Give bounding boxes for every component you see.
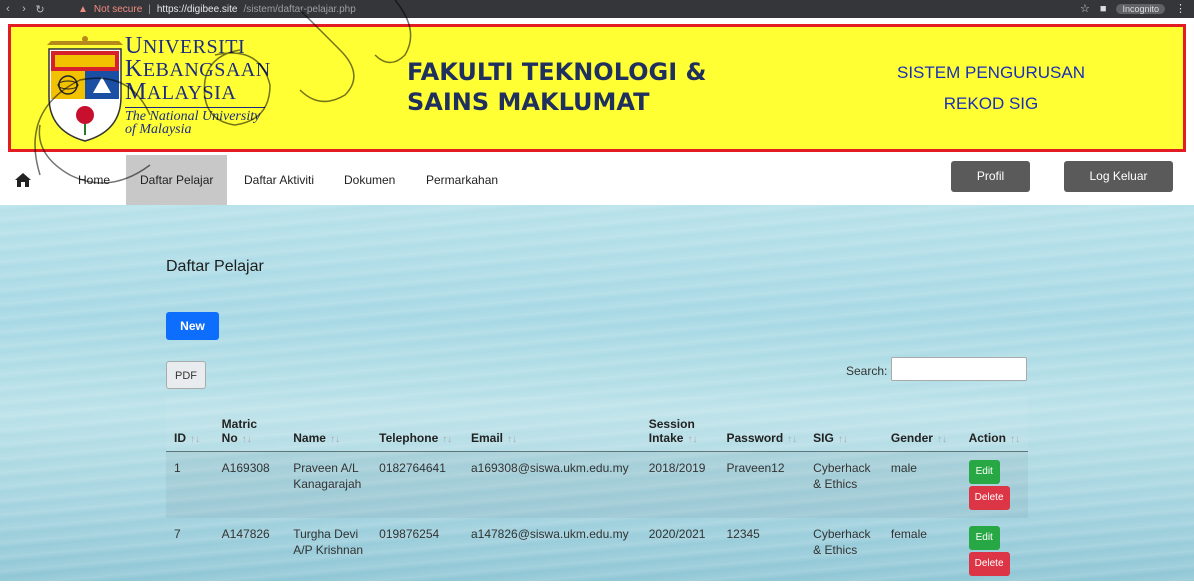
menu-icon[interactable]: ⋮ bbox=[1175, 2, 1186, 15]
cell-email: a147826@siswa.ukm.edu.my bbox=[470, 526, 629, 541]
cell-gender: female bbox=[890, 526, 927, 541]
cell-session: 2020/2021 bbox=[648, 526, 706, 541]
cell-session: 2018/2019 bbox=[648, 460, 706, 475]
cell-password: Praveen12 bbox=[726, 460, 785, 475]
cell-action: Edit Delete bbox=[961, 518, 1028, 584]
cell-matric: A169308 bbox=[221, 460, 270, 475]
star-icon[interactable]: ☆ bbox=[1080, 2, 1090, 15]
incognito-badge[interactable]: Incognito bbox=[1116, 3, 1165, 14]
cell-name: Praveen A/L Kanagarajah bbox=[293, 460, 362, 491]
cell-action: Edit Delete bbox=[961, 451, 1028, 518]
search-input[interactable] bbox=[891, 357, 1027, 381]
cell-telephone: 019876254 bbox=[379, 526, 440, 541]
column-header-matric[interactable]: Matric No ↑↓ bbox=[213, 397, 286, 452]
browser-toolbar: ‹ › ↻ ▲ Not secure | https://digibee.sit… bbox=[0, 0, 1194, 18]
page-title: Daftar Pelajar bbox=[166, 258, 264, 275]
cell-id: 1 bbox=[174, 460, 181, 475]
url-path: /sistem/daftar-pelajar.php bbox=[243, 3, 356, 15]
table-header-row: ID ↑↓ Matric No ↑↓ Name ↑↓ Telephone ↑↓ Email… bbox=[166, 397, 1028, 452]
cell-telephone: 0182764641 bbox=[379, 460, 446, 475]
home-icon[interactable] bbox=[14, 172, 32, 188]
logout-button[interactable]: Log Keluar bbox=[1064, 161, 1173, 192]
nav-item-home[interactable]: Home bbox=[64, 155, 124, 205]
column-header-name[interactable]: Name ↑↓ bbox=[285, 397, 372, 452]
cell-id: 7 bbox=[174, 526, 181, 541]
cell-password: 12345 bbox=[726, 526, 760, 541]
extension-icon[interactable]: ■ bbox=[1100, 3, 1107, 15]
cell-sig: Cyberhack & Ethics bbox=[813, 526, 871, 557]
ukm-wordmark: UNIVERSITI KEBANGSAAN MALAYSIA The Natio… bbox=[125, 33, 271, 137]
edit-button[interactable]: Edit bbox=[968, 525, 1000, 550]
table-row: 7 A147826 Turgha Devi A/P Krishnan 01987… bbox=[166, 518, 1028, 584]
nav-item-permarkahan[interactable]: Permarkahan bbox=[412, 155, 512, 205]
column-header-action[interactable]: Action ↑↓ bbox=[960, 397, 1028, 452]
header-banner: UNIVERSITI KEBANGSAAN MALAYSIA The Natio… bbox=[8, 24, 1186, 152]
warning-icon: ▲ bbox=[78, 3, 88, 15]
back-arrow-icon[interactable]: ‹ bbox=[0, 3, 16, 15]
column-header-email[interactable]: Email ↑↓ bbox=[462, 397, 641, 452]
new-button[interactable]: New bbox=[166, 312, 219, 340]
delete-button[interactable]: Delete bbox=[968, 485, 1010, 510]
forward-arrow-icon[interactable]: › bbox=[16, 3, 32, 15]
cell-email: a169308@siswa.ukm.edu.my bbox=[470, 460, 629, 475]
cell-gender: male bbox=[890, 460, 917, 475]
faculty-title: FAKULTI TEKNOLOGI & SAINS MAKLUMAT bbox=[407, 58, 707, 116]
students-table: ID ↑↓ Matric No ↑↓ Name ↑↓ Telephone ↑↓ Email… bbox=[166, 397, 1028, 584]
cell-sig: Cyberhack & Ethics bbox=[813, 460, 871, 491]
reload-icon[interactable]: ↻ bbox=[32, 3, 48, 16]
cell-matric: A147826 bbox=[221, 526, 270, 541]
column-header-session[interactable]: Session Intake ↑↓ bbox=[640, 397, 719, 452]
nav-item-dokumen[interactable]: Dokumen bbox=[330, 155, 409, 205]
edit-button[interactable]: Edit bbox=[968, 459, 1000, 484]
nav-item-daftar-aktiviti[interactable]: Daftar Aktiviti bbox=[230, 155, 328, 205]
column-header-gender[interactable]: Gender ↑↓ bbox=[882, 397, 961, 452]
ukm-crest-logo bbox=[47, 36, 123, 142]
column-header-sig[interactable]: SIG ↑↓ bbox=[805, 397, 883, 452]
nav-item-daftar-pelajar[interactable]: Daftar Pelajar bbox=[126, 155, 228, 205]
search-label: Search: bbox=[846, 364, 888, 378]
profile-button[interactable]: Profil bbox=[951, 161, 1030, 192]
security-label: Not secure bbox=[93, 3, 143, 15]
pdf-button[interactable]: PDF bbox=[166, 361, 206, 389]
table-row: 1 A169308 Praveen A/L Kanagarajah 018276… bbox=[166, 451, 1028, 518]
column-header-password[interactable]: Password ↑↓ bbox=[718, 397, 806, 452]
url-host: https://digibee.site bbox=[156, 3, 238, 15]
column-header-telephone[interactable]: Telephone ↑↓ bbox=[371, 397, 463, 452]
address-bar[interactable]: ▲ Not secure | https://digibee.site/sist… bbox=[78, 4, 356, 15]
system-title: SISTEM PENGURUSAN REKOD SIG bbox=[897, 63, 1085, 113]
cell-name: Turgha Devi A/P Krishnan bbox=[293, 526, 364, 557]
column-header-id[interactable]: ID ↑↓ bbox=[166, 397, 214, 452]
delete-button[interactable]: Delete bbox=[968, 551, 1010, 576]
